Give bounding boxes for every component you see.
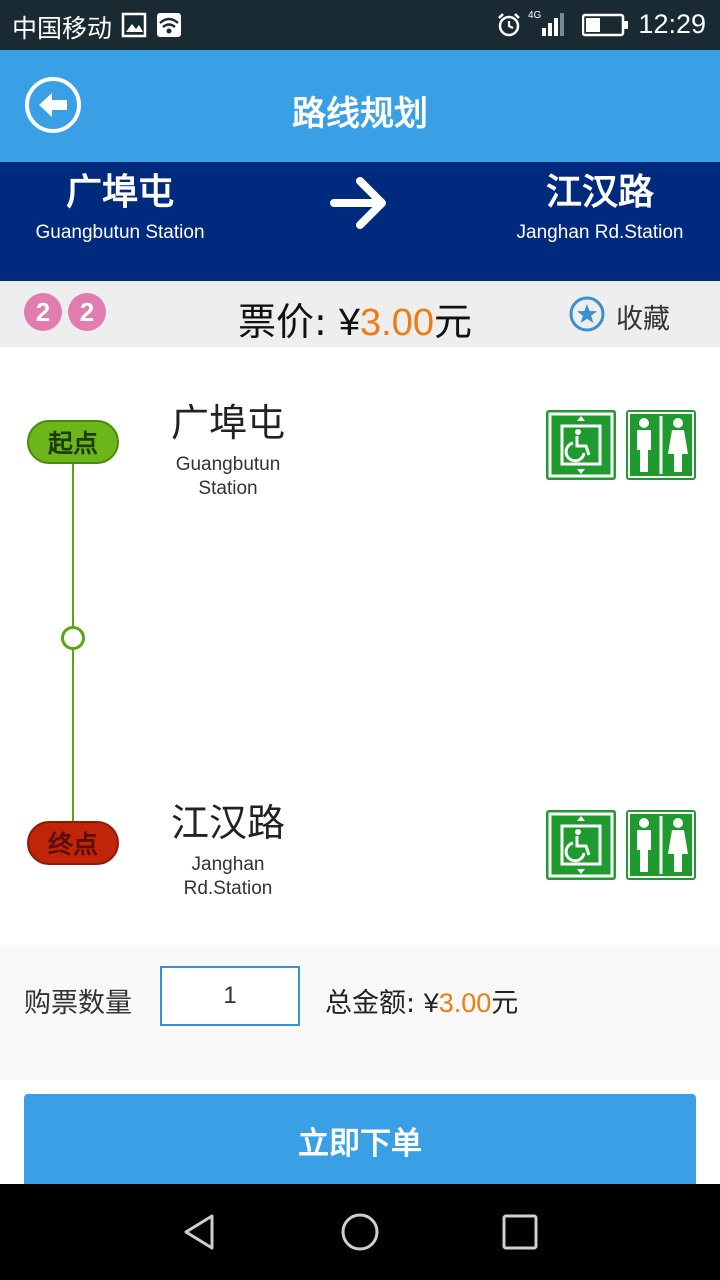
start-station: 广埠屯 Guangbutun Station	[148, 399, 308, 501]
currency-unit: 元	[434, 300, 473, 344]
page-title: 路线规划	[292, 94, 428, 134]
destination-station-cn: 江汉路	[545, 172, 654, 213]
alarm-icon	[498, 13, 520, 37]
place-order-button[interactable]: 立即下单	[24, 1094, 696, 1194]
quantity-label: 购票数量	[24, 988, 132, 1019]
end-station-cn: 江汉路	[170, 801, 285, 845]
currency-symbol: ¥	[338, 302, 361, 344]
restroom-icon	[626, 410, 696, 480]
line-badge: 2	[68, 293, 106, 331]
star-circle-icon	[569, 296, 605, 332]
intermediate-stop-node	[61, 626, 85, 650]
end-station: 江汉路 Janghan Rd.Station	[148, 799, 308, 901]
fare-bar: 2 2 票价: ¥3.00元 收藏	[0, 281, 720, 347]
nav-back-icon[interactable]	[180, 1212, 220, 1252]
restroom-icon	[626, 810, 696, 880]
network-type: 4G	[528, 10, 542, 21]
carrier-name: 中国移动	[12, 14, 113, 43]
ticket-price: 票价: ¥3.00元	[238, 291, 472, 346]
clock: 12:29	[638, 9, 706, 39]
start-station-en-line1: Guangbutun	[175, 454, 281, 475]
nav-recents-icon[interactable]	[500, 1212, 540, 1252]
start-pill: 起点	[27, 420, 119, 464]
app-bar: 路线规划	[0, 50, 720, 162]
end-station-en-line1: Janghan	[191, 854, 265, 875]
arrow-right-icon	[330, 177, 386, 229]
quantity-input[interactable]	[160, 966, 300, 1026]
total-currency-unit: 元	[491, 988, 519, 1019]
total-amount-value: 3.00	[438, 988, 492, 1018]
start-station-cn: 广埠屯	[170, 401, 285, 445]
start-station-en-line2: Station	[198, 478, 258, 499]
accessible-elevator-icon	[546, 810, 616, 880]
image-notification-icon	[121, 12, 147, 38]
end-station-en: Janghan Rd.Station	[148, 853, 308, 901]
origin-station: 广埠屯 Guangbutun Station	[0, 168, 240, 244]
ticket-price-amount: 3.00	[360, 302, 435, 344]
nav-home-icon[interactable]	[340, 1212, 380, 1252]
end-station-en-line2: Rd.Station	[183, 878, 273, 899]
origin-station-en: Guangbutun Station	[35, 222, 205, 243]
line-badge: 2	[24, 293, 62, 331]
total-label: 总金额:	[325, 988, 416, 1019]
status-bar: 中国移动 4G 12:29	[0, 0, 720, 50]
route-banner: 广埠屯 Guangbutun Station 江汉路 Janghan Rd.St…	[0, 162, 720, 281]
ticket-price-label: 票价:	[238, 300, 327, 344]
destination-station: 江汉路 Janghan Rd.Station	[480, 168, 720, 244]
origin-station-cn: 广埠屯	[65, 172, 174, 213]
quantity-row: 购票数量 总金额: ¥3.00元	[0, 945, 720, 1080]
start-station-en: Guangbutun Station	[148, 453, 308, 501]
battery-icon	[582, 13, 628, 37]
accessible-elevator-icon	[546, 410, 616, 480]
destination-station-en: Janghan Rd.Station	[516, 222, 684, 243]
signal-4g-icon: 4G	[528, 10, 564, 36]
wifi-icon	[157, 13, 181, 37]
route-detail: 起点 终点 广埠屯 Guangbutun Station 江汉路 Janghan…	[0, 347, 720, 945]
total-amount: 总金额: ¥3.00元	[325, 981, 518, 1020]
total-currency-symbol: ¥	[423, 988, 439, 1018]
favorite-label: 收藏	[616, 304, 670, 335]
end-pill: 终点	[27, 821, 119, 865]
system-nav-bar	[0, 1184, 720, 1280]
